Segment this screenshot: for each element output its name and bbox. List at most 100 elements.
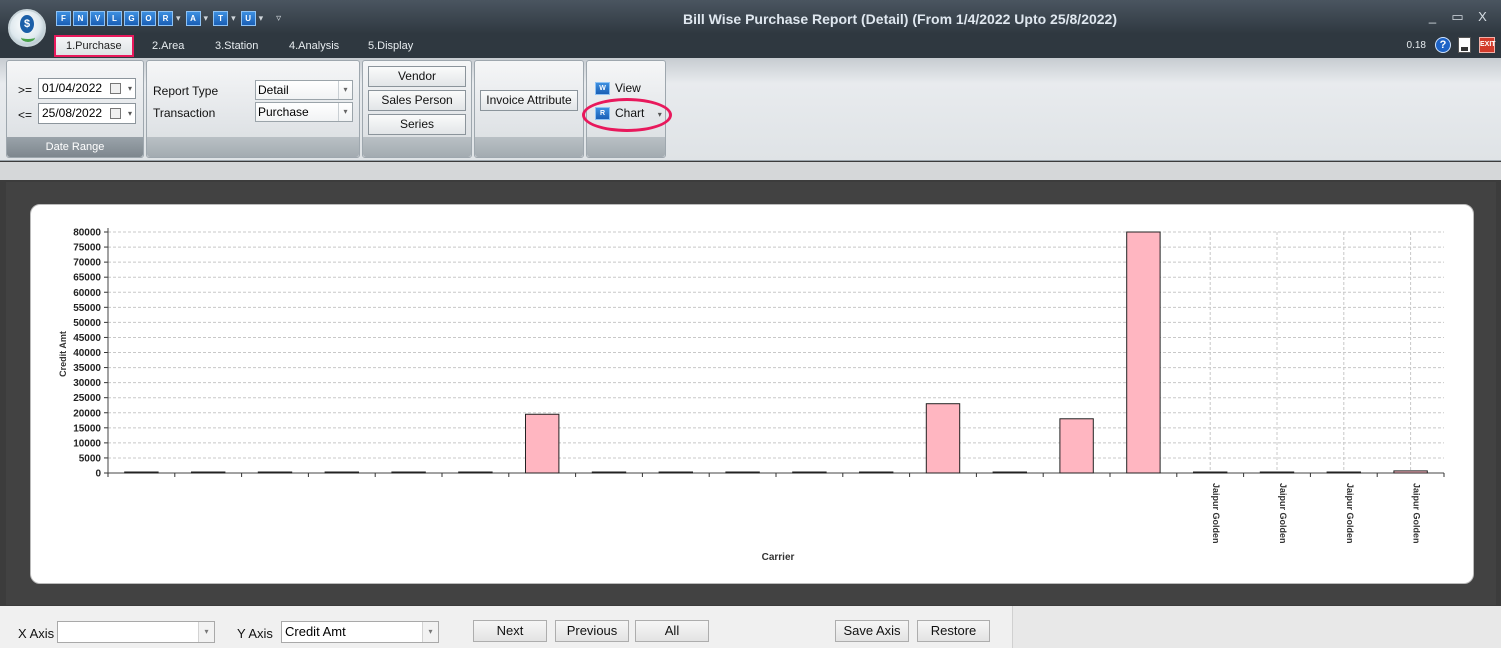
from-date-input[interactable]: 01/04/2022 ▾ (38, 78, 136, 99)
sales-person-button[interactable]: Sales Person (368, 90, 466, 111)
y-tick-label: 70000 (73, 258, 101, 269)
report-type-label: Report Type (153, 84, 219, 98)
vendor-button[interactable]: Vendor (368, 66, 466, 87)
y-axis-value: Credit Amt (285, 624, 346, 639)
maximize-button[interactable]: ▭ (1445, 9, 1470, 25)
group-footer (475, 137, 583, 157)
axis-toolbar: X Axis ▾ Y Axis Credit Amt ▾ Next Previo… (0, 606, 1501, 648)
transaction-value: Purchase (258, 105, 309, 119)
transaction-select[interactable]: Purchase ▾ (255, 102, 353, 122)
y-tick-label: 15000 (73, 423, 101, 434)
y-tick-label: 80000 (73, 228, 101, 239)
bar[interactable] (591, 471, 627, 474)
all-button[interactable]: All (635, 620, 709, 642)
bar[interactable] (124, 471, 159, 474)
bar[interactable] (1393, 470, 1428, 474)
exit-icon[interactable]: EXIT (1479, 37, 1496, 53)
x-tick-label: Jaipur Golden (1345, 483, 1355, 544)
previous-button[interactable]: Previous (555, 620, 629, 642)
content-header-strip (0, 162, 1501, 180)
restore-button[interactable]: Restore (917, 620, 990, 642)
chevron-down-icon[interactable]: ▾ (422, 622, 438, 642)
y-tick-label: 45000 (73, 333, 101, 344)
quick-access-a-button[interactable]: A (185, 10, 201, 26)
quick-access-g-button[interactable]: G (124, 10, 139, 26)
quick-access-u-button[interactable]: U (240, 10, 256, 26)
y-tick-label: 20000 (73, 408, 101, 419)
chevron-down-icon[interactable]: ▾ (338, 103, 352, 121)
chart-highlight-annotation (582, 98, 672, 132)
close-button[interactable]: X (1470, 9, 1495, 25)
x-tick-label: Jaipur Golden (1412, 483, 1422, 544)
next-button[interactable]: Next (473, 620, 547, 642)
y-axis-title: Credit Amt (58, 331, 68, 377)
calendar-icon[interactable] (110, 108, 121, 119)
bar[interactable] (1259, 471, 1295, 474)
chevron-down-icon[interactable]: ▾ (128, 79, 132, 98)
chevron-down-icon[interactable]: ▾ (128, 104, 132, 123)
view-button[interactable]: W View (595, 81, 641, 96)
y-tick-label: 40000 (73, 348, 101, 359)
series-button[interactable]: Series (368, 114, 466, 135)
tab-purchase[interactable]: 1.Purchase (54, 35, 134, 57)
bar[interactable] (391, 471, 426, 474)
to-date-input[interactable]: 25/08/2022 ▾ (38, 103, 136, 124)
tab-station[interactable]: 3.Station (205, 36, 268, 58)
chevron-down-icon[interactable]: ▾ (231, 13, 236, 24)
invoice-attribute-button[interactable]: Invoice Attribute (480, 90, 578, 111)
tab-area[interactable]: 2.Area (142, 36, 194, 58)
bar[interactable] (859, 471, 894, 474)
y-tick-label: 75000 (73, 243, 101, 254)
y-axis-select[interactable]: Credit Amt ▾ (281, 621, 439, 643)
report-type-group: Report Type Detail ▾ Transaction Purchas… (146, 60, 360, 158)
bar[interactable] (1326, 471, 1361, 474)
ribbon-tab-row: 1.Purchase 2.Area 3.Station 4.Analysis 5… (0, 34, 1501, 58)
quick-access-r-button[interactable]: R (158, 10, 173, 26)
quick-access-v-button[interactable]: V (90, 10, 105, 26)
y-tick-label: 35000 (73, 363, 101, 374)
bar[interactable] (257, 471, 293, 474)
chevron-down-icon[interactable]: ▾ (204, 13, 209, 24)
toolbar-overflow-icon[interactable]: ▿ (276, 13, 281, 24)
bar[interactable] (925, 403, 961, 474)
chevron-down-icon[interactable]: ▾ (259, 13, 264, 24)
quick-access-n-button[interactable]: N (73, 10, 88, 26)
from-date-value: 01/04/2022 (42, 81, 103, 95)
date-range-group: >= 01/04/2022 ▾ <= 25/08/2022 ▾ Date Ran… (6, 60, 144, 158)
bar[interactable] (1126, 231, 1161, 474)
group-footer (363, 137, 471, 157)
report-type-select[interactable]: Detail ▾ (255, 80, 353, 100)
tab-display[interactable]: 5.Display (358, 36, 423, 58)
chevron-down-icon[interactable]: ▾ (198, 622, 214, 642)
x-axis-label: X Axis (18, 626, 55, 641)
title-bar: F N V L G O R ▾ A ▾ T ▾ U ▾ ▿ Bill Wise Purchase Repor… (0, 0, 1501, 34)
report-type-value: Detail (258, 83, 289, 97)
group-footer (587, 137, 665, 157)
x-axis-select[interactable]: ▾ (57, 621, 215, 643)
document-icon[interactable] (1458, 37, 1471, 53)
quick-access-l-button[interactable]: L (107, 10, 122, 26)
calendar-icon[interactable] (110, 83, 121, 94)
bar[interactable] (1193, 471, 1228, 474)
bar[interactable] (191, 471, 226, 474)
bar[interactable] (525, 413, 560, 474)
x-tick-label: Jaipur Golden (1278, 483, 1288, 544)
bar[interactable] (792, 471, 827, 474)
save-axis-button[interactable]: Save Axis (835, 620, 909, 642)
bar[interactable] (992, 471, 1027, 474)
bar[interactable] (458, 471, 493, 474)
transaction-label: Transaction (153, 106, 216, 120)
minimize-button[interactable]: _ (1420, 9, 1445, 25)
quick-access-t-button[interactable]: T (213, 10, 229, 26)
help-icon[interactable]: ? (1435, 37, 1451, 53)
quick-access-o-button[interactable]: O (141, 10, 156, 26)
bar[interactable] (1059, 418, 1094, 474)
bar[interactable] (324, 471, 360, 474)
bar[interactable] (658, 471, 693, 474)
tab-analysis[interactable]: 4.Analysis (279, 36, 349, 58)
quick-access-f-button[interactable]: F (56, 10, 71, 26)
bar[interactable] (725, 471, 760, 474)
app-logo-icon[interactable]: $ (8, 9, 46, 47)
chevron-down-icon[interactable]: ▾ (176, 13, 181, 24)
chevron-down-icon[interactable]: ▾ (338, 81, 352, 99)
